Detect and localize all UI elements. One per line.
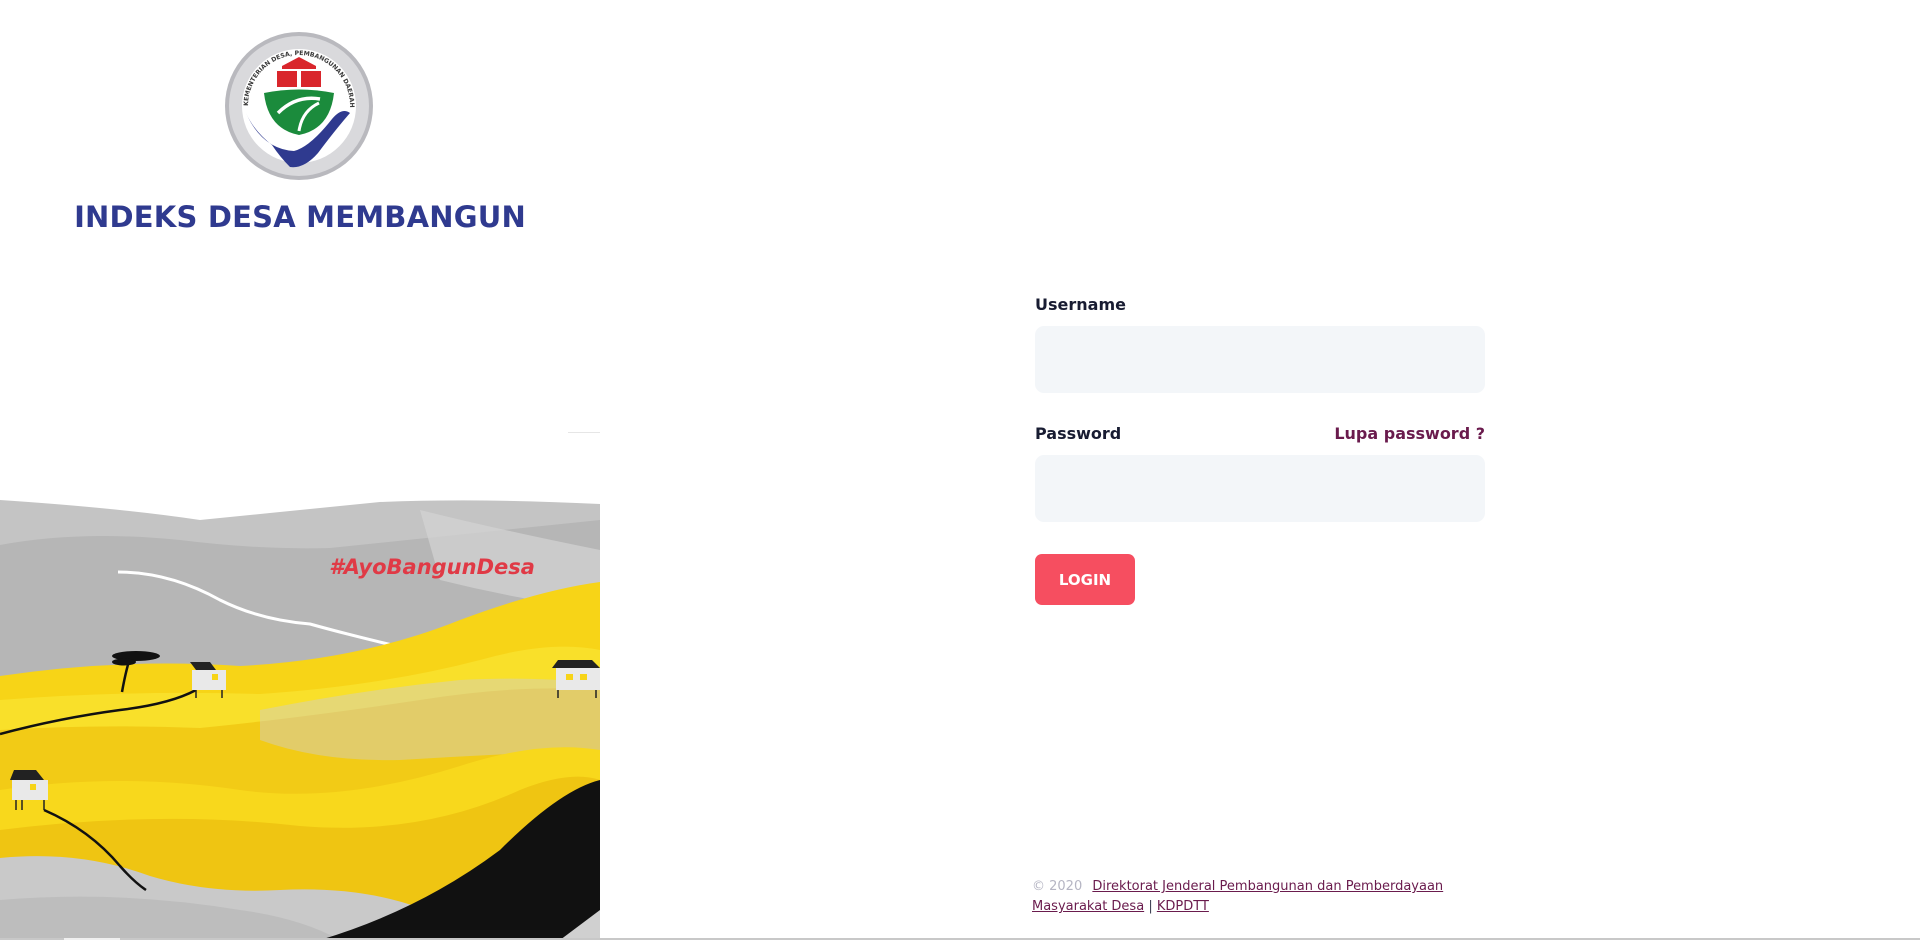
username-label: Username [1035, 295, 1126, 314]
aside-panel: KEMENTERIAN DESA, PEMBANGUNAN DAERAH TER… [0, 0, 600, 940]
app-title: INDEKS DESA MEMBANGUN [74, 200, 526, 234]
divider [568, 432, 600, 433]
username-input[interactable] [1035, 326, 1485, 393]
ministry-seal-icon: KEMENTERIAN DESA, PEMBANGUNAN DAERAH TER… [221, 26, 374, 181]
username-label-row: Username [1035, 295, 1485, 315]
password-label: Password [1035, 424, 1122, 443]
hashtag-text: #AyoBangunDesa [329, 555, 535, 579]
password-label-row: Password Lupa password ? [1035, 424, 1485, 444]
login-button[interactable]: LOGIN [1035, 554, 1135, 605]
directorate-link[interactable]: Direktorat Jenderal Pembangunan dan Pemb… [1032, 879, 1443, 914]
forgot-password-link[interactable]: Lupa password ? [1334, 424, 1485, 443]
password-input[interactable] [1035, 455, 1485, 522]
username-group: Username [1035, 295, 1485, 393]
footer: © 2020 Direktorat Jenderal Pembangunan d… [1032, 877, 1462, 917]
kdpdtt-link[interactable]: KDPDTT [1157, 899, 1209, 914]
copyright-text: © 2020 [1032, 879, 1083, 894]
footer-separator: | [1148, 899, 1153, 914]
login-form: Username Password Lupa password ? LOGIN [1035, 295, 1485, 605]
password-group: Password Lupa password ? [1035, 424, 1485, 522]
village-illustration: #AyoBangunDesa [0, 490, 600, 940]
